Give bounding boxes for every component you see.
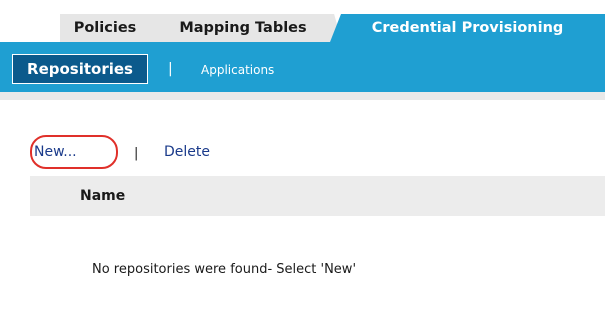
tab-credential-provisioning[interactable]: Credential Provisioning [330,14,605,42]
subnav-repositories-label: Repositories [27,60,133,78]
subnav-applications[interactable]: Applications [201,63,274,77]
tab-policies[interactable]: Policies [60,14,150,42]
subnav-repositories[interactable]: Repositories [12,54,148,84]
tab-policies-label: Policies [73,20,137,36]
tab-credential-provisioning-label: Credential Provisioning [371,20,564,36]
subnav-separator: | [168,61,173,77]
new-button[interactable]: New... [34,144,77,160]
subnav-bottom-band [0,92,605,100]
delete-button[interactable]: Delete [164,144,210,160]
column-header-name[interactable]: Name [80,188,125,204]
top-tab-bar: Policies Mapping Tables Credential Provi… [0,0,605,42]
tab-mapping-tables[interactable]: Mapping Tables [144,14,342,42]
actions-separator: | [134,146,139,161]
tab-mapping-tables-label: Mapping Tables [179,20,307,36]
empty-state-message: No repositories were found- Select 'New' [92,262,357,277]
